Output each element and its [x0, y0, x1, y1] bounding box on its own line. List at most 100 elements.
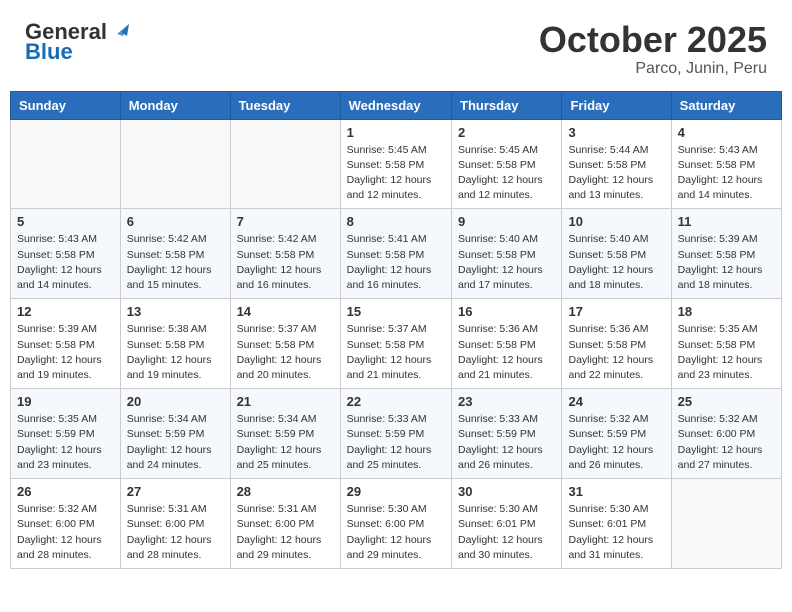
day-info: Sunrise: 5:35 AMSunset: 5:59 PMDaylight:… — [17, 412, 114, 473]
day-number: 3 — [568, 125, 664, 140]
calendar-cell: 30 Sunrise: 5:30 AMSunset: 6:01 PMDayligh… — [452, 479, 562, 569]
day-number: 27 — [127, 484, 224, 499]
calendar-cell: 23 Sunrise: 5:33 AMSunset: 5:59 PMDayligh… — [452, 389, 562, 479]
day-number: 17 — [568, 304, 664, 319]
calendar-cell: 29Sunrise: 5:30 AMSunset: 6:00 PMDayligh… — [340, 479, 451, 569]
day-info: Sunrise: 5:42 AMSunset: 5:58 PMDaylight:… — [237, 232, 334, 293]
calendar-table: SundayMondayTuesdayWednesdayThursdayFrid… — [10, 91, 782, 569]
calendar-week-5: 26 Sunrise: 5:32 AMSunset: 6:00 PMDayligh… — [11, 479, 782, 569]
logo: General Blue — [25, 20, 129, 64]
day-number: 23 — [458, 394, 555, 409]
day-info: Sunrise: 5:43 AMSunset: 5:58 PMDaylight:… — [678, 143, 775, 204]
day-number: 9 — [458, 214, 555, 229]
day-info: Sunrise: 5:41 AMSunset: 5:58 PMDaylight:… — [347, 232, 445, 293]
day-number: 14 — [237, 304, 334, 319]
calendar-cell: 4Sunrise: 5:43 AMSunset: 5:58 PMDaylight… — [671, 119, 781, 209]
calendar-cell: 15 Sunrise: 5:37 AMSunset: 5:58 PMDayligh… — [340, 299, 451, 389]
day-number: 5 — [17, 214, 114, 229]
calendar-cell: 20Sunrise: 5:34 AMSunset: 5:59 PMDayligh… — [120, 389, 230, 479]
day-info: Sunrise: 5:32 AMSunset: 5:59 PMDaylight:… — [568, 412, 664, 473]
calendar-cell: 10 Sunrise: 5:40 AMSunset: 5:58 PMDayligh… — [562, 209, 671, 299]
calendar-cell: 7 Sunrise: 5:42 AMSunset: 5:58 PMDaylight… — [230, 209, 340, 299]
weekday-header-sunday: Sunday — [11, 91, 121, 119]
calendar-cell: 13 Sunrise: 5:38 AMSunset: 5:58 PMDayligh… — [120, 299, 230, 389]
calendar-week-2: 5 Sunrise: 5:43 AMSunset: 5:58 PMDaylight… — [11, 209, 782, 299]
day-info: Sunrise: 5:31 AMSunset: 6:00 PMDaylight:… — [237, 502, 334, 563]
day-number: 19 — [17, 394, 114, 409]
logo-text-blue: Blue — [25, 40, 73, 64]
day-info: Sunrise: 5:37 AMSunset: 5:58 PMDaylight:… — [347, 322, 445, 383]
calendar-cell: 3 Sunrise: 5:44 AMSunset: 5:58 PMDaylight… — [562, 119, 671, 209]
day-number: 20 — [127, 394, 224, 409]
calendar-week-4: 19 Sunrise: 5:35 AMSunset: 5:59 PMDayligh… — [11, 389, 782, 479]
day-number: 7 — [237, 214, 334, 229]
calendar-cell: 9 Sunrise: 5:40 AMSunset: 5:58 PMDaylight… — [452, 209, 562, 299]
day-info: Sunrise: 5:30 AMSunset: 6:01 PMDaylight:… — [458, 502, 555, 563]
day-number: 29 — [347, 484, 445, 499]
calendar-cell: 1 Sunrise: 5:45 AMSunset: 5:58 PMDaylight… — [340, 119, 451, 209]
day-info: Sunrise: 5:35 AMSunset: 5:58 PMDaylight:… — [678, 322, 775, 383]
calendar-week-1: 1 Sunrise: 5:45 AMSunset: 5:58 PMDaylight… — [11, 119, 782, 209]
day-number: 13 — [127, 304, 224, 319]
location: Parco, Junin, Peru — [539, 60, 767, 78]
calendar-cell: 26 Sunrise: 5:32 AMSunset: 6:00 PMDayligh… — [11, 479, 121, 569]
calendar-cell: 27Sunrise: 5:31 AMSunset: 6:00 PMDayligh… — [120, 479, 230, 569]
day-info: Sunrise: 5:36 AMSunset: 5:58 PMDaylight:… — [458, 322, 555, 383]
day-info: Sunrise: 5:40 AMSunset: 5:58 PMDaylight:… — [568, 232, 664, 293]
day-number: 18 — [678, 304, 775, 319]
weekday-header-saturday: Saturday — [671, 91, 781, 119]
day-info: Sunrise: 5:39 AMSunset: 5:58 PMDaylight:… — [17, 322, 114, 383]
day-info: Sunrise: 5:44 AMSunset: 5:58 PMDaylight:… — [568, 143, 664, 204]
weekday-header-tuesday: Tuesday — [230, 91, 340, 119]
weekday-header-monday: Monday — [120, 91, 230, 119]
day-info: Sunrise: 5:33 AMSunset: 5:59 PMDaylight:… — [347, 412, 445, 473]
calendar-cell: 14 Sunrise: 5:37 AMSunset: 5:58 PMDayligh… — [230, 299, 340, 389]
day-number: 31 — [568, 484, 664, 499]
page-header: General Blue October 2025 Parco, Junin, … — [10, 10, 782, 86]
day-info: Sunrise: 5:37 AMSunset: 5:58 PMDaylight:… — [237, 322, 334, 383]
day-number: 6 — [127, 214, 224, 229]
calendar-cell — [671, 479, 781, 569]
day-number: 1 — [347, 125, 445, 140]
day-number: 21 — [237, 394, 334, 409]
calendar-cell: 17 Sunrise: 5:36 AMSunset: 5:58 PMDayligh… — [562, 299, 671, 389]
calendar-week-3: 12 Sunrise: 5:39 AMSunset: 5:58 PMDayligh… — [11, 299, 782, 389]
calendar-cell: 16Sunrise: 5:36 AMSunset: 5:58 PMDayligh… — [452, 299, 562, 389]
day-number: 26 — [17, 484, 114, 499]
calendar-cell: 8Sunrise: 5:41 AMSunset: 5:58 PMDaylight… — [340, 209, 451, 299]
calendar-cell: 22 Sunrise: 5:33 AMSunset: 5:59 PMDayligh… — [340, 389, 451, 479]
calendar-cell: 2Sunrise: 5:45 AMSunset: 5:58 PMDaylight… — [452, 119, 562, 209]
day-info: Sunrise: 5:32 AMSunset: 6:00 PMDaylight:… — [678, 412, 775, 473]
day-info: Sunrise: 5:40 AMSunset: 5:58 PMDaylight:… — [458, 232, 555, 293]
calendar-cell: 28Sunrise: 5:31 AMSunset: 6:00 PMDayligh… — [230, 479, 340, 569]
weekday-header-thursday: Thursday — [452, 91, 562, 119]
calendar-cell — [11, 119, 121, 209]
calendar-cell: 12 Sunrise: 5:39 AMSunset: 5:58 PMDayligh… — [11, 299, 121, 389]
day-info: Sunrise: 5:33 AMSunset: 5:59 PMDaylight:… — [458, 412, 555, 473]
day-number: 22 — [347, 394, 445, 409]
day-info: Sunrise: 5:38 AMSunset: 5:58 PMDaylight:… — [127, 322, 224, 383]
logo-bird-icon — [109, 20, 129, 40]
calendar-cell: 5 Sunrise: 5:43 AMSunset: 5:58 PMDaylight… — [11, 209, 121, 299]
weekday-header-friday: Friday — [562, 91, 671, 119]
calendar-cell: 24 Sunrise: 5:32 AMSunset: 5:59 PMDayligh… — [562, 389, 671, 479]
day-number: 11 — [678, 214, 775, 229]
calendar-cell: 31 Sunrise: 5:30 AMSunset: 6:01 PMDayligh… — [562, 479, 671, 569]
day-number: 24 — [568, 394, 664, 409]
day-info: Sunrise: 5:30 AMSunset: 6:01 PMDaylight:… — [568, 502, 664, 563]
day-info: Sunrise: 5:32 AMSunset: 6:00 PMDaylight:… — [17, 502, 114, 563]
day-number: 15 — [347, 304, 445, 319]
day-info: Sunrise: 5:42 AMSunset: 5:58 PMDaylight:… — [127, 232, 224, 293]
day-number: 12 — [17, 304, 114, 319]
calendar-cell: 11Sunrise: 5:39 AMSunset: 5:58 PMDayligh… — [671, 209, 781, 299]
day-number: 30 — [458, 484, 555, 499]
day-info: Sunrise: 5:36 AMSunset: 5:58 PMDaylight:… — [568, 322, 664, 383]
day-number: 10 — [568, 214, 664, 229]
weekday-header-wednesday: Wednesday — [340, 91, 451, 119]
day-info: Sunrise: 5:45 AMSunset: 5:58 PMDaylight:… — [347, 143, 445, 204]
month-title: October 2025 Parco, Junin, Peru — [539, 20, 767, 78]
calendar-cell — [230, 119, 340, 209]
day-number: 2 — [458, 125, 555, 140]
day-info: Sunrise: 5:43 AMSunset: 5:58 PMDaylight:… — [17, 232, 114, 293]
month-year: October 2025 — [539, 20, 767, 60]
